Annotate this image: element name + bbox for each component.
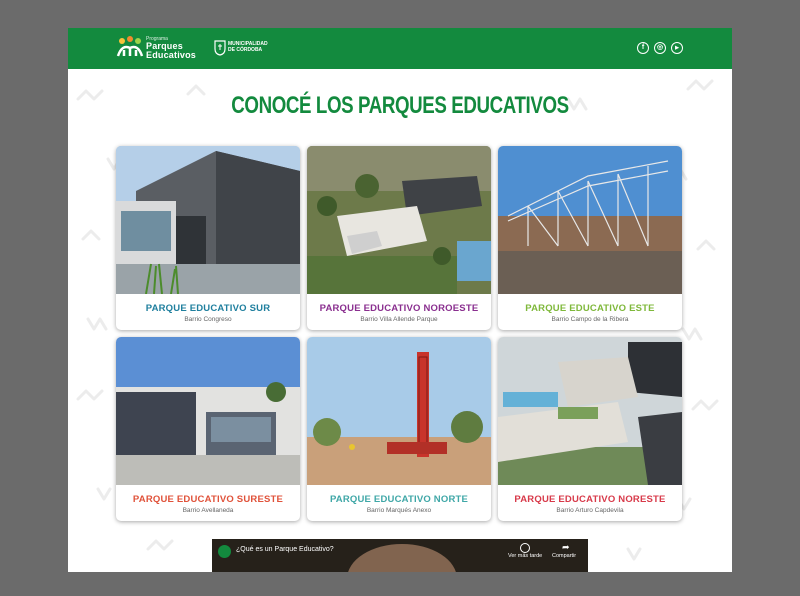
parque-este-photo [498,146,682,294]
card-subtitle: Barrio Avellaneda [182,507,234,514]
card-subtitle: Barrio Arturo Capdevila [556,507,624,514]
parque-sureste-photo [116,337,300,485]
facebook-icon[interactable]: f [637,42,649,54]
parques-logo-icon [116,36,144,57]
card-parque-este[interactable]: PARQUE EDUCATIVO ESTE Barrio Campo de la… [498,146,682,330]
muni-line2: DE CÓRDOBA [228,47,263,53]
municipalidad-logo[interactable]: MUNICIPALIDAD DE CÓRDOBA [214,39,274,57]
card-parque-noroeste[interactable]: PARQUE EDUCATIVO NOROESTE Barrio Villa A… [307,146,491,330]
clock-icon[interactable] [520,543,530,553]
channel-avatar[interactable] [218,545,231,558]
video-title[interactable]: ¿Qué es un Parque Educativo? [236,546,334,553]
card-title: PARQUE EDUCATIVO NORTE [329,494,469,505]
video-embed[interactable]: ¿Qué es un Parque Educativo? Ver más tar… [212,539,588,572]
youtube-icon[interactable]: ▶ [671,42,683,54]
card-title: PARQUE EDUCATIVO ESTE [525,303,655,314]
card-title: PARQUE EDUCATIVO NORESTE [514,494,666,505]
logo-educativos: Educativos [146,50,197,60]
card-subtitle: Barrio Marqués Anexo [366,507,432,514]
card-title: PARQUE EDUCATIVO NOROESTE [319,303,479,314]
share-icon[interactable]: ➦ [562,542,570,553]
parques-educativos-logo[interactable]: Programa Parques Educativos [116,34,208,62]
card-parque-norte[interactable]: PARQUE EDUCATIVO NORTE Barrio Marqués An… [307,337,491,521]
card-subtitle: Barrio Villa Allende Parque [360,316,438,323]
shield-icon [214,40,226,56]
logo-programa: Programa [146,36,168,42]
share-button[interactable]: Compartir [552,553,576,559]
top-bar: Programa Parques Educativos MUNICIPALIDA… [68,28,732,69]
muni-text: MUNICIPALIDAD DE CÓRDOBA [228,41,268,53]
page: Programa Parques Educativos MUNICIPALIDA… [68,28,732,572]
watch-later-button[interactable]: Ver más tarde [508,553,542,559]
instagram-icon[interactable]: ◎ [654,42,666,54]
logo-wordmark: Programa Parques Educativos [146,37,196,60]
card-parque-sureste[interactable]: PARQUE EDUCATIVO SURESTE Barrio Avellane… [116,337,300,521]
card-subtitle: Barrio Congreso [184,316,232,323]
card-parque-noreste[interactable]: PARQUE EDUCATIVO NORESTE Barrio Arturo C… [498,337,682,521]
parque-sur-photo [116,146,300,294]
card-title: PARQUE EDUCATIVO SURESTE [132,494,284,505]
parque-noroeste-photo [307,146,491,294]
card-subtitle: Barrio Campo de la Ribera [551,316,629,323]
parque-norte-photo [307,337,491,485]
page-title: CONOCÉ LOS PARQUES EDUCATIVOS [231,92,569,119]
parque-noreste-photo [498,337,682,485]
card-title: PARQUE EDUCATIVO SUR [145,303,271,314]
card-parque-sur[interactable]: PARQUE EDUCATIVO SUR Barrio Congreso [116,146,300,330]
